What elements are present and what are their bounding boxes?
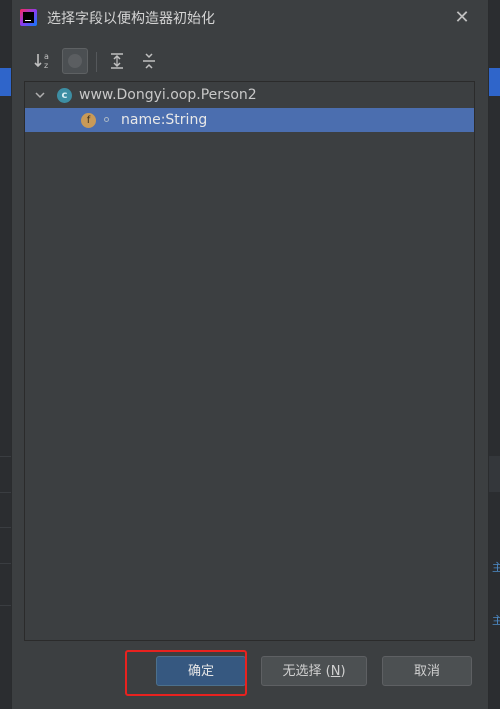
ide-code-fragment: 主 [492, 614, 500, 627]
choose-fields-dialog: 选择字段以便构造器初始化 ✕ a z c www.Dongyi.oop.Pers… [12, 0, 488, 709]
svg-text:a: a [44, 52, 49, 61]
ide-code-fragment: 主 [492, 561, 500, 574]
ide-divider [0, 563, 12, 564]
tree-field-node[interactable]: f name:String [25, 108, 474, 132]
dialog-titlebar: 选择字段以便构造器初始化 ✕ [12, 0, 488, 36]
ide-selected-line-left [0, 68, 12, 96]
show-inherited-icon [68, 54, 82, 68]
ide-divider [0, 492, 12, 493]
ok-button[interactable]: 确定 [156, 656, 246, 686]
field-name: name:String [121, 112, 208, 128]
tree-class-node[interactable]: c www.Dongyi.oop.Person2 [25, 83, 474, 107]
ide-divider [0, 456, 12, 457]
toolbar-separator [96, 52, 97, 72]
ide-background-left [0, 0, 12, 709]
ide-background-right: 主 主 [488, 0, 500, 709]
select-none-label-end: ) [340, 664, 346, 679]
collapse-all-button[interactable] [136, 48, 162, 74]
expand-all-button[interactable] [104, 48, 130, 74]
ide-selected-line-right [488, 68, 500, 96]
fields-tree[interactable]: c www.Dongyi.oop.Person2 f name:String [24, 81, 475, 641]
collapse-all-icon [143, 53, 155, 69]
select-none-mnemonic: N [330, 664, 341, 679]
cancel-button-label: 取消 [413, 664, 440, 679]
class-name: www.Dongyi.oop.Person2 [79, 87, 257, 103]
select-none-label: 无选择 ( [282, 664, 331, 679]
sort-alphabetically-icon: a z [34, 52, 49, 70]
close-button[interactable]: ✕ [450, 6, 474, 30]
ok-button-label: 确定 [187, 664, 214, 679]
toolbar: a z [12, 44, 488, 78]
class-icon: c [57, 88, 72, 103]
show-inherited-button[interactable] [62, 48, 88, 74]
ide-divider [0, 605, 12, 606]
select-none-button[interactable]: 无选择 (N) [261, 656, 367, 686]
dialog-title: 选择字段以便构造器初始化 [47, 11, 215, 27]
ide-gutter-block [488, 456, 500, 492]
svg-text:z: z [44, 61, 48, 70]
chevron-down-icon[interactable] [33, 88, 47, 102]
package-visibility-icon [104, 117, 109, 122]
expand-all-icon [111, 53, 123, 69]
field-icon: f [81, 113, 96, 128]
close-icon: ✕ [454, 7, 470, 28]
ide-divider [0, 527, 12, 528]
intellij-idea-icon [20, 9, 37, 26]
sort-alphabetically-button[interactable]: a z [30, 48, 56, 74]
cancel-button[interactable]: 取消 [382, 656, 472, 686]
